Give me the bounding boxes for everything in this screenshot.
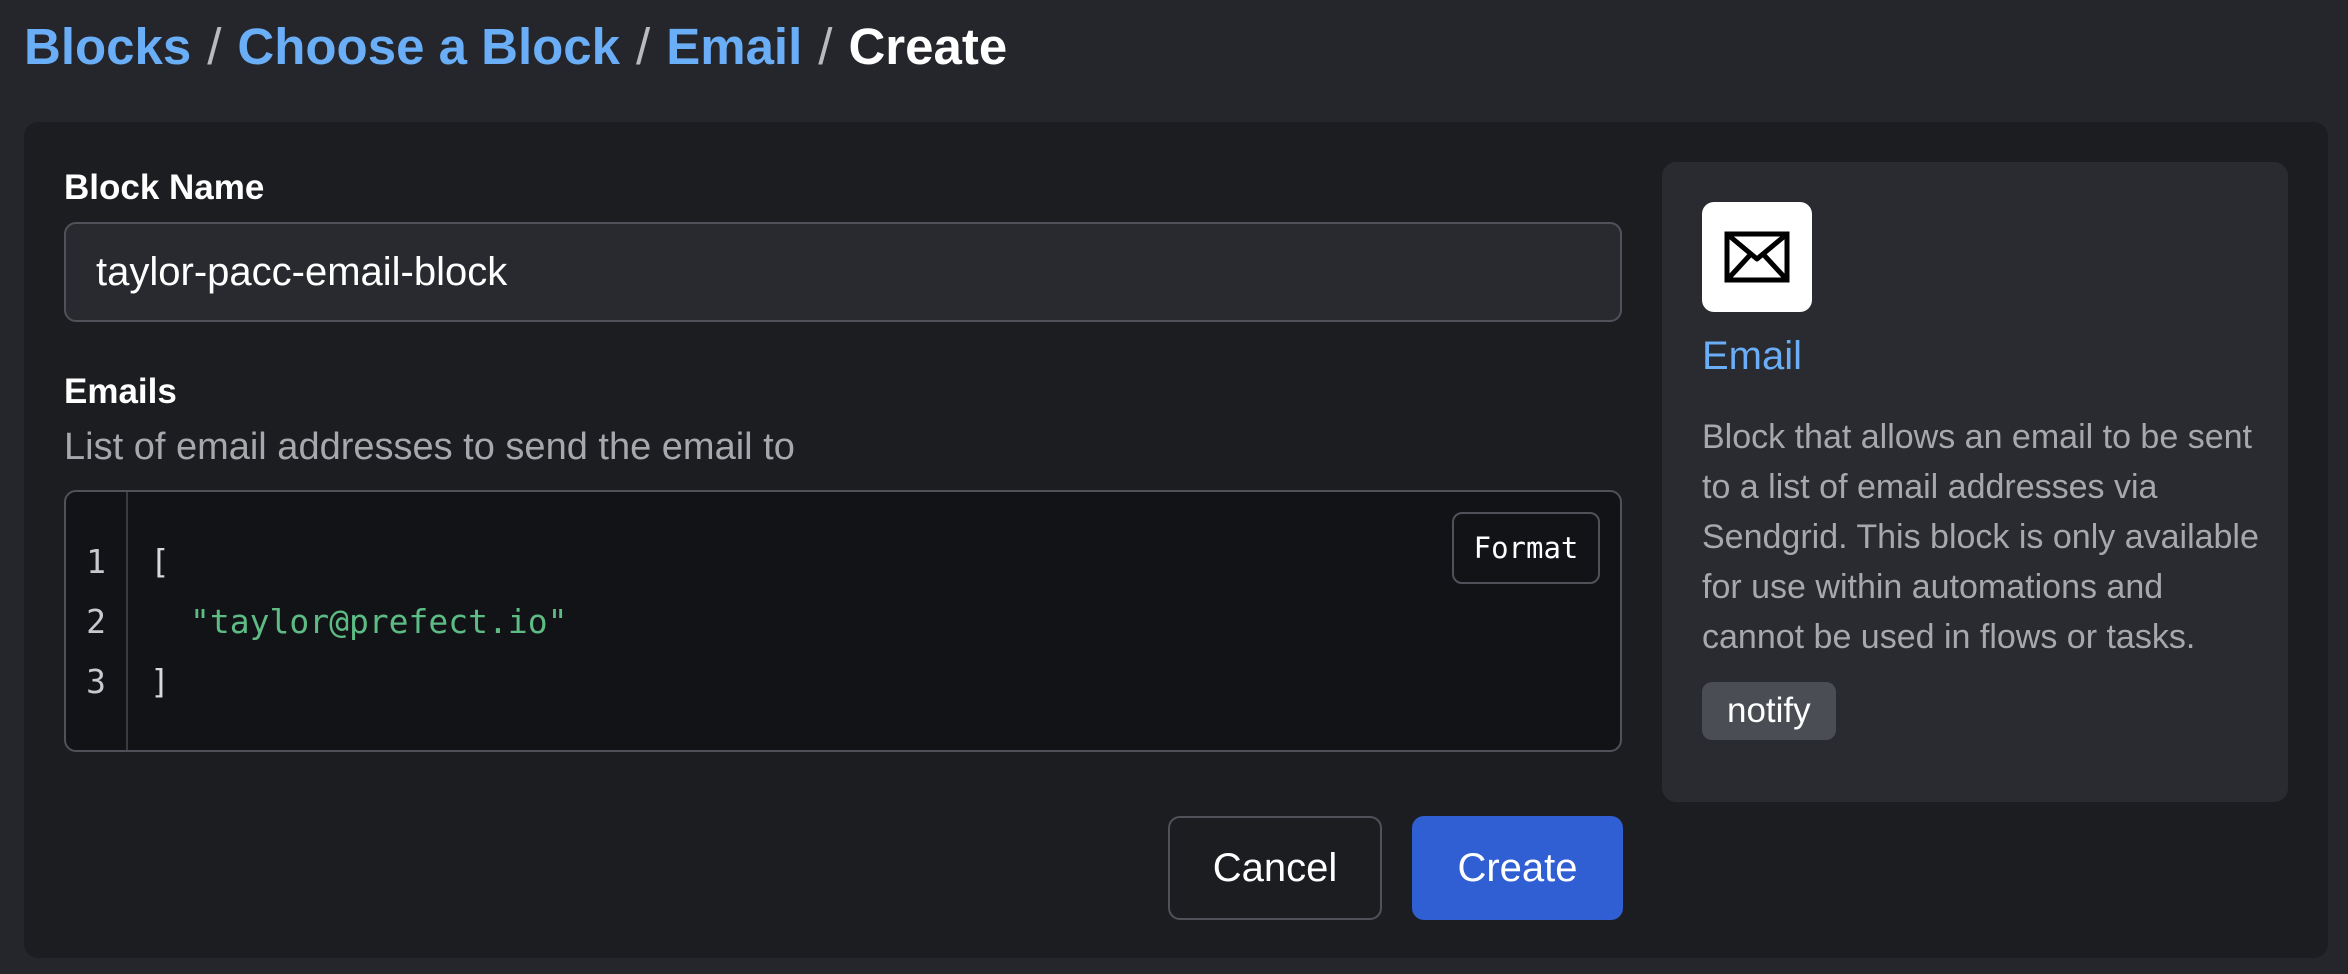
breadcrumb-blocks-link[interactable]: Blocks [24,17,191,76]
breadcrumb-separator: / [207,17,222,75]
create-button[interactable]: Create [1412,816,1623,920]
format-button[interactable]: Format [1452,512,1600,584]
emails-label: Emails [64,372,177,411]
line-number: 1 [86,542,106,581]
line-number: 2 [86,602,106,641]
breadcrumb-email-link[interactable]: Email [666,17,802,76]
block-type-description: Block that allows an email to be sent to… [1702,418,2259,656]
code-line: "taylor@prefect.io" [190,602,568,641]
capability-tag: notify [1702,682,1836,740]
code-line: [ [150,542,170,581]
block-info-panel: Email Block that allows an email to be s… [1662,162,2288,802]
block-type-title[interactable]: Email [1702,334,1802,379]
breadcrumb-separator: / [818,17,833,75]
emails-description: List of email addresses to send the emai… [64,426,795,468]
block-form-card: Block Name Emails List of email addresse… [24,122,2328,958]
block-name-input[interactable] [64,222,1622,322]
cancel-button[interactable]: Cancel [1168,816,1382,920]
breadcrumb-choose-block-link[interactable]: Choose a Block [237,17,620,76]
line-number: 3 [86,662,106,701]
editor-gutter: 1 2 3 [66,492,128,750]
breadcrumb-current-page: Create [848,17,1008,75]
block-name-label: Block Name [64,168,265,207]
code-line: ] [150,662,170,701]
emails-json-editor[interactable]: 1 2 3 [ "taylor@prefect.io" ] Format [64,490,1622,752]
envelope-icon [1702,202,1812,312]
breadcrumb-separator: / [636,17,651,75]
breadcrumb: Blocks / Choose a Block / Email / Create [24,10,1007,82]
create-block-page: Blocks / Choose a Block / Email / Create… [0,0,2348,974]
